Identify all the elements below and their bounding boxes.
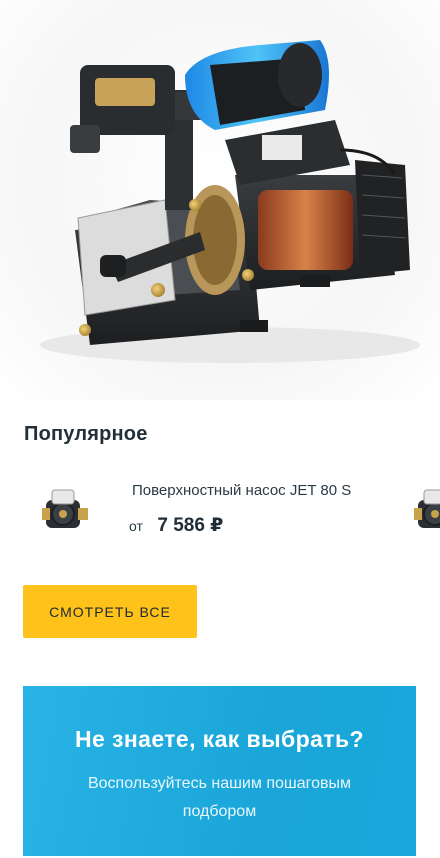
hero-product-image bbox=[0, 0, 440, 400]
view-all-button[interactable]: Смотреть все bbox=[23, 585, 197, 638]
circulation-pump-icon[interactable] bbox=[38, 482, 98, 538]
selection-promo-banner[interactable]: Не знаете, как выбрать? Воспользуйтесь н… bbox=[23, 686, 416, 856]
popular-products-carousel[interactable]: Поверхностный насос JET 80 S от 7 586 ₽ bbox=[0, 470, 440, 550]
next-product-icon[interactable] bbox=[410, 482, 440, 538]
section-title-popular: Популярное bbox=[24, 423, 148, 445]
price-value: 7 586 ₽ bbox=[157, 515, 224, 536]
promo-title: Не знаете, как выбрать? bbox=[75, 726, 364, 752]
water-pump-icon bbox=[40, 40, 420, 363]
price-from-label: от bbox=[129, 518, 143, 534]
promo-subtitle: Воспользуйтесь нашим пошаговым подбором bbox=[87, 775, 351, 820]
product-price: от 7 586 ₽ bbox=[129, 514, 223, 537]
product-name-link[interactable]: Поверхностный насос JET 80 S bbox=[132, 482, 351, 499]
